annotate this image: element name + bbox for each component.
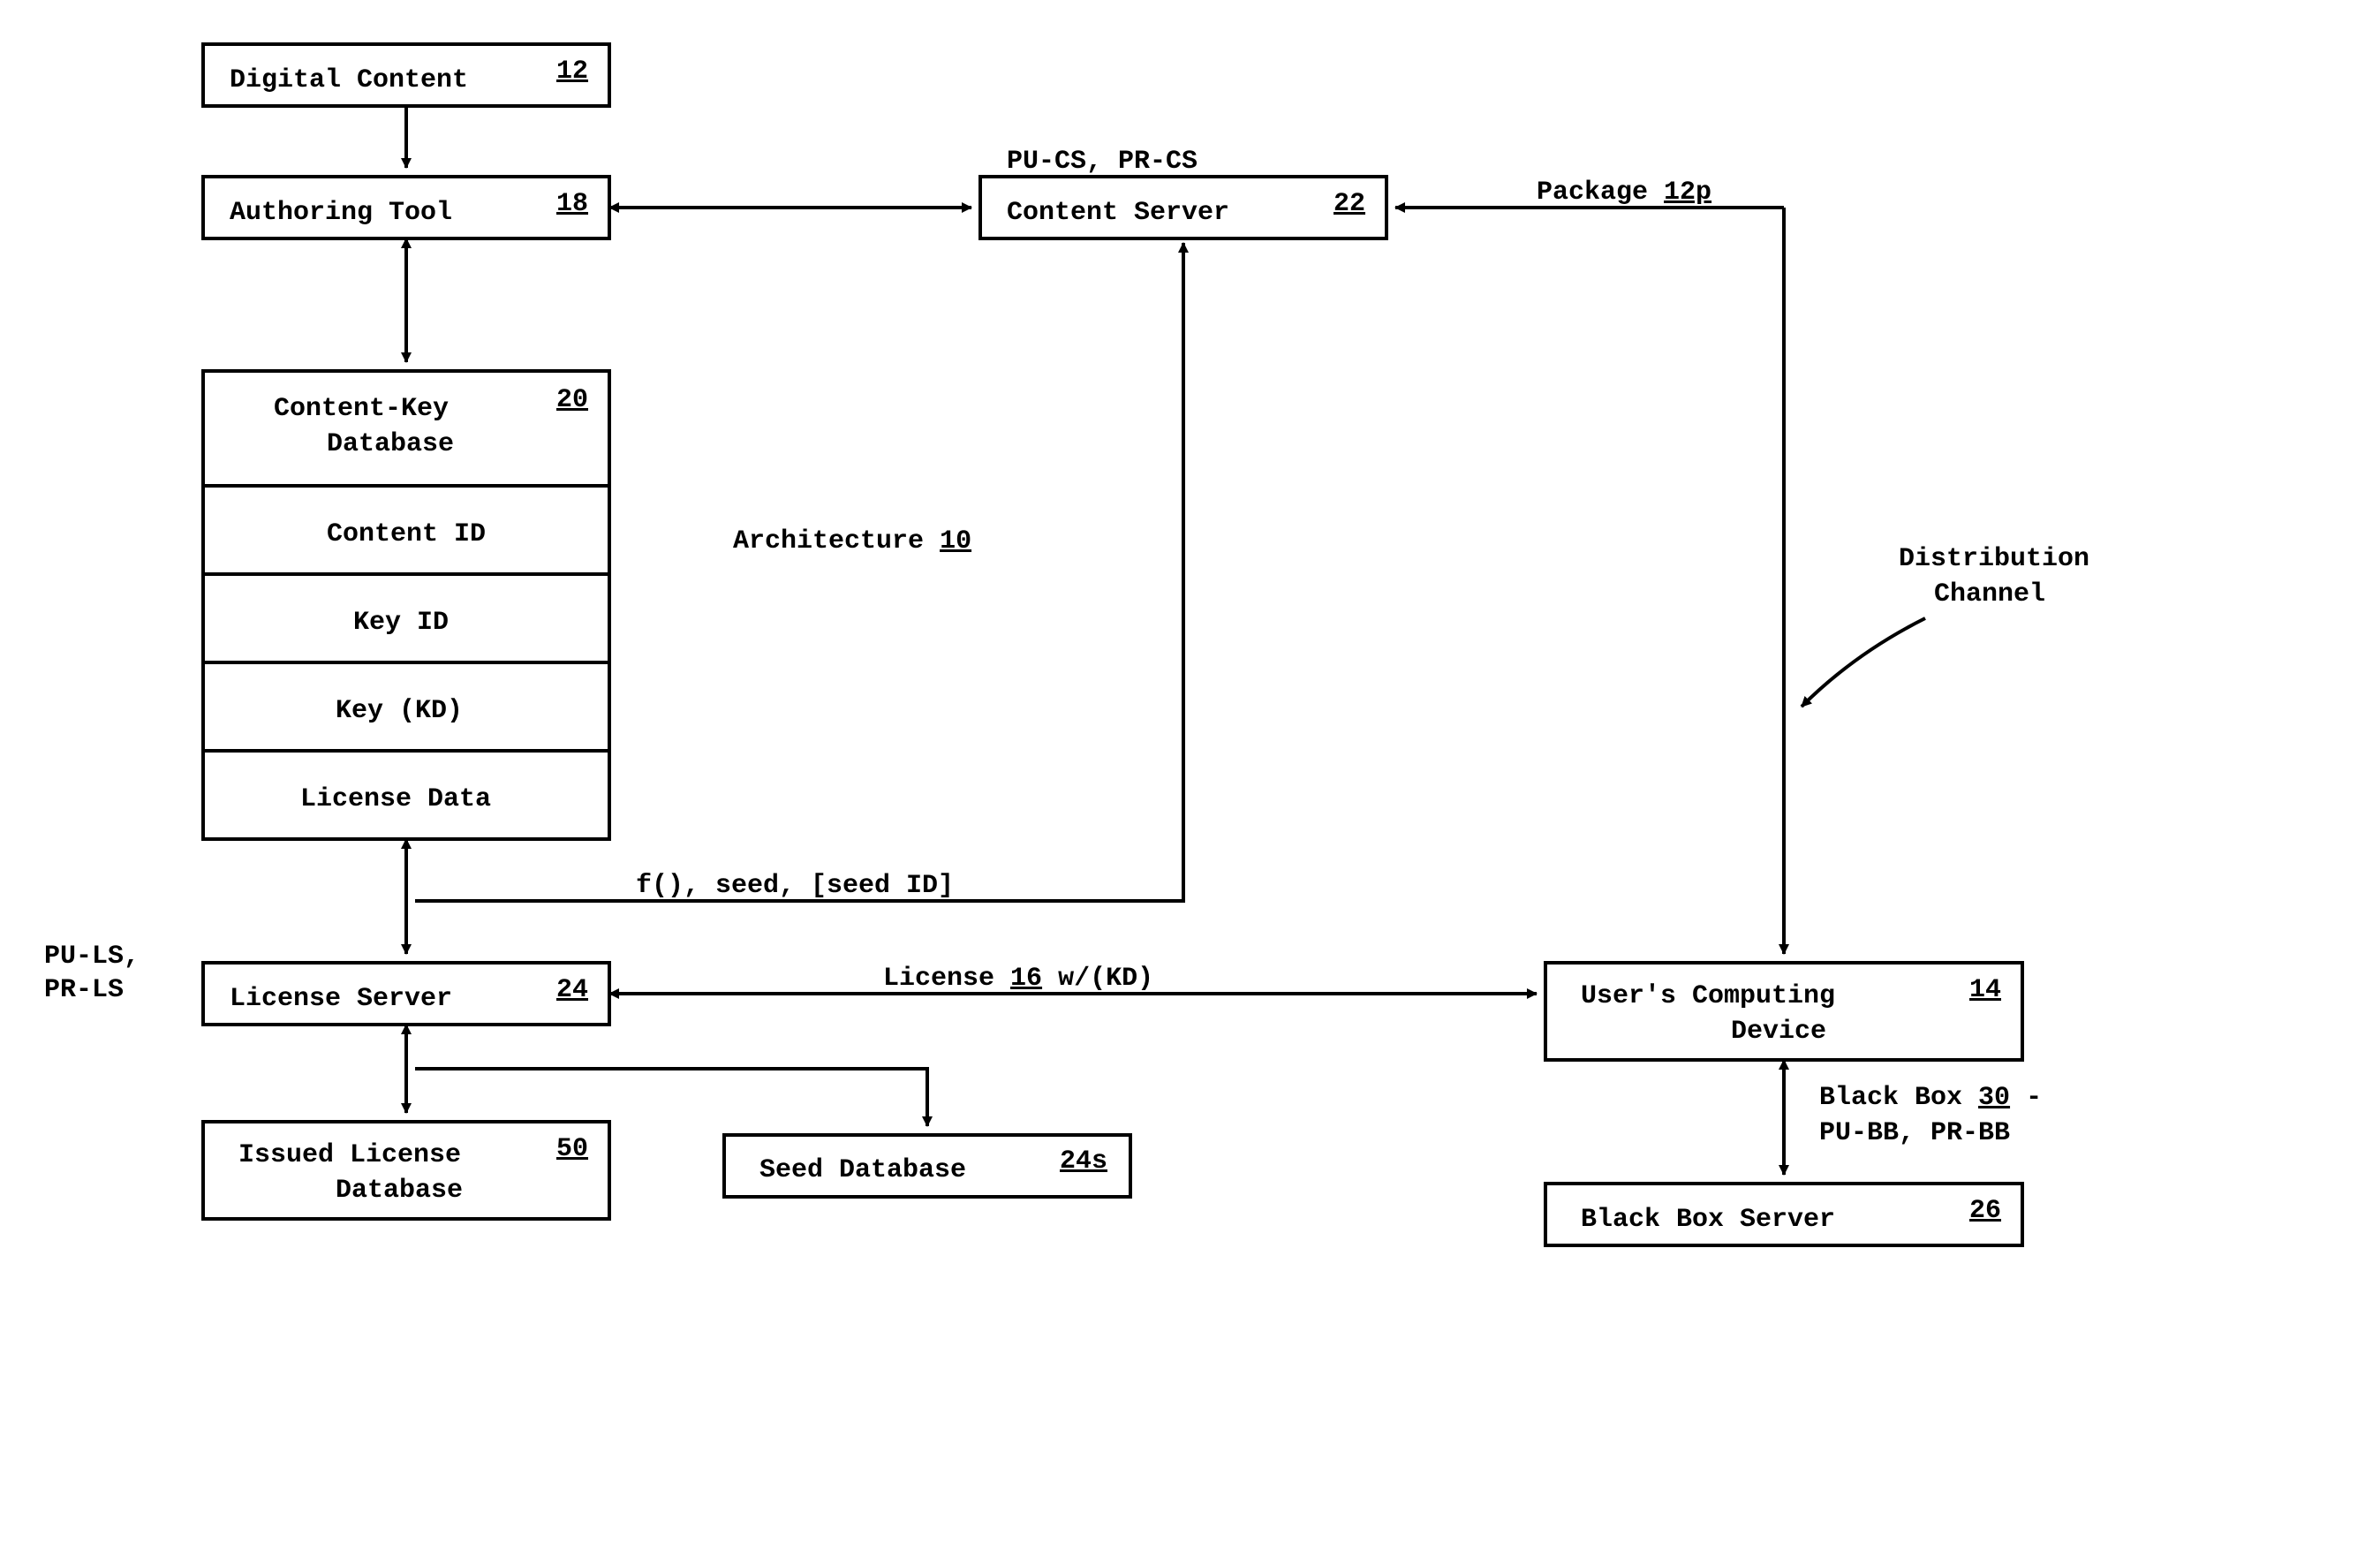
seed-db-label: Seed Database (759, 1155, 966, 1185)
row-license-data: License Data (300, 784, 491, 814)
row-key-id: Key ID (353, 608, 449, 638)
blackbox-label: Black Box 30 - (1819, 1083, 2042, 1113)
box-content-key-db (203, 371, 609, 486)
blackbox-server-label: Black Box Server (1581, 1205, 1835, 1235)
issued-db-ref: 50 (556, 1134, 588, 1164)
package-label: Package 12p (1537, 178, 1711, 208)
dist-label2: Channel (1934, 579, 2045, 609)
row-key-kd: Key (KD) (336, 696, 463, 726)
user-device-ref: 14 (1969, 975, 2001, 1005)
arrow-to-seed (415, 1069, 927, 1126)
architecture-label: Architecture 10 (733, 526, 971, 556)
diagram-canvas: Digital Content 12 Authoring Tool 18 PU-… (0, 0, 2380, 1566)
license-server-ref: 24 (556, 975, 588, 1005)
user-device-label2: Device (1731, 1017, 1826, 1047)
digital-content-ref: 12 (556, 57, 588, 87)
digital-content-label: Digital Content (230, 65, 468, 95)
issued-db-label2: Database (336, 1176, 463, 1206)
pubb-label: PU-BB, PR-BB (1819, 1118, 2010, 1148)
dist-label1: Distribution (1899, 544, 2089, 574)
user-device-label1: User's Computing (1581, 981, 1835, 1011)
content-server-label: Content Server (1007, 198, 1229, 228)
authoring-tool-label: Authoring Tool (230, 198, 452, 228)
ckdb-ref: 20 (556, 385, 588, 415)
ckdb-label1: Content-Key (274, 394, 449, 424)
content-server-ref: 22 (1334, 189, 1365, 219)
ckdb-label2: Database (327, 429, 454, 459)
pucs-label: PU-CS, PR-CS (1007, 147, 1198, 177)
arrow-dist-channel (1802, 618, 1925, 707)
row-content-id: Content ID (327, 519, 486, 549)
issued-db-label1: Issued License (238, 1140, 461, 1170)
fseed-label: f(), seed, [seed ID] (636, 871, 954, 901)
seed-db-ref: 24s (1060, 1146, 1107, 1176)
license-label: License 16 w/(KD) (883, 964, 1153, 994)
blackbox-server-ref: 26 (1969, 1196, 2001, 1226)
authoring-tool-ref: 18 (556, 189, 588, 219)
license-server-label: License Server (230, 984, 452, 1014)
puls-label1: PU-LS, (44, 942, 140, 972)
puls-label2: PR-LS (44, 975, 124, 1005)
